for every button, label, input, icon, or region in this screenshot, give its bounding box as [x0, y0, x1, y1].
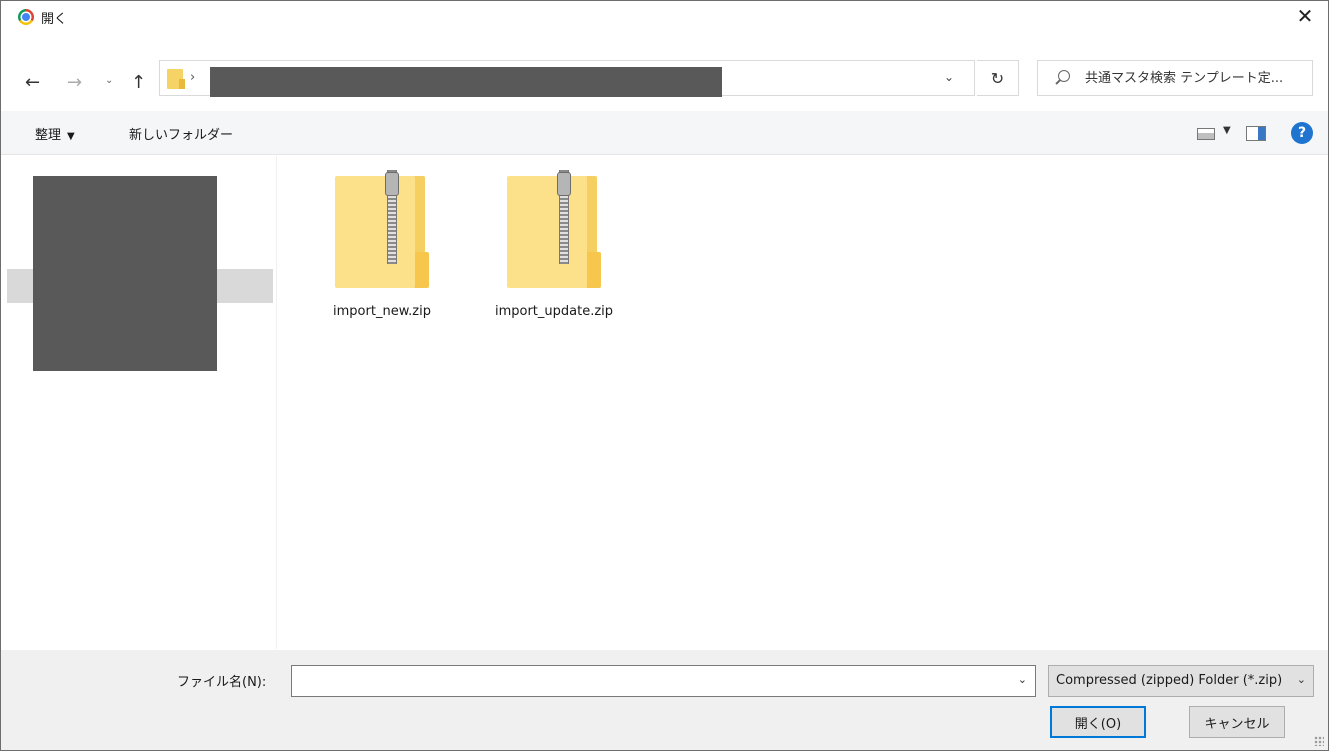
dialog-footer: ファイル名(N): ⌄ Compressed (zipped) Folder (… [1, 650, 1328, 750]
search-input[interactable] [1085, 61, 1309, 95]
file-name: import_update.zip [494, 304, 614, 319]
open-file-dialog: 開く ✕ ← → ⌄ ↑ › ⌄ ↻ 整理 ▼ 新しいフォルダー ▼ ? [0, 0, 1329, 751]
cancel-button[interactable]: キャンセル [1189, 706, 1285, 738]
preview-pane-icon[interactable] [1246, 126, 1266, 141]
dialog-title: 開く [41, 12, 68, 27]
close-button[interactable]: ✕ [1282, 1, 1328, 31]
filetype-select[interactable]: Compressed (zipped) Folder (*.zip) ⌄ [1048, 665, 1314, 697]
organize-label: 整理 [35, 128, 62, 143]
help-icon[interactable]: ? [1291, 122, 1313, 144]
address-dropdown-button[interactable]: ⌄ [944, 70, 954, 84]
forward-button[interactable]: → [67, 72, 82, 93]
navigation-pane [1, 156, 277, 649]
title-bar: 開く ✕ [1, 1, 1328, 31]
zip-folder-icon [335, 170, 429, 288]
back-button[interactable]: ← [25, 72, 40, 93]
filename-combobox[interactable]: ⌄ [291, 665, 1036, 697]
view-options-caret-icon[interactable]: ▼ [1223, 125, 1231, 136]
filename-label: ファイル名(N): [177, 675, 267, 690]
breadcrumb-chevron-icon[interactable]: › [190, 70, 195, 85]
folder-icon [167, 69, 185, 89]
file-list: import_new.zip import_update.zip [279, 156, 1327, 649]
new-folder-button[interactable]: 新しいフォルダー [129, 124, 233, 143]
navigation-tree-redacted [33, 176, 217, 371]
navigation-bar: ← → ⌄ ↑ › ⌄ ↻ [1, 57, 1328, 107]
up-button[interactable]: ↑ [131, 72, 146, 93]
address-path-redacted [210, 67, 722, 97]
file-item[interactable]: import_update.zip [479, 170, 629, 321]
filetype-value: Compressed (zipped) Folder (*.zip) [1056, 673, 1283, 688]
view-options-icon[interactable] [1197, 128, 1215, 140]
search-icon [1058, 70, 1070, 82]
file-item[interactable]: import_new.zip [307, 170, 457, 321]
caret-down-icon: ▼ [67, 131, 75, 142]
chrome-icon [18, 9, 34, 25]
filename-input[interactable] [292, 666, 1002, 696]
search-box[interactable] [1037, 60, 1313, 96]
recent-locations-button[interactable]: ⌄ [105, 75, 113, 86]
command-bar: 整理 ▼ 新しいフォルダー ▼ ? [1, 111, 1328, 155]
refresh-button[interactable]: ↻ [977, 60, 1019, 96]
filename-dropdown-button[interactable]: ⌄ [1018, 673, 1027, 686]
resize-grip-icon[interactable] [1314, 736, 1324, 746]
chevron-down-icon: ⌄ [1296, 673, 1306, 686]
zip-folder-icon [507, 170, 601, 288]
organize-button[interactable]: 整理 ▼ [35, 124, 75, 143]
address-bar[interactable]: › ⌄ [159, 60, 975, 97]
open-button[interactable]: 開く(O) [1050, 706, 1146, 738]
file-name: import_new.zip [333, 304, 431, 319]
